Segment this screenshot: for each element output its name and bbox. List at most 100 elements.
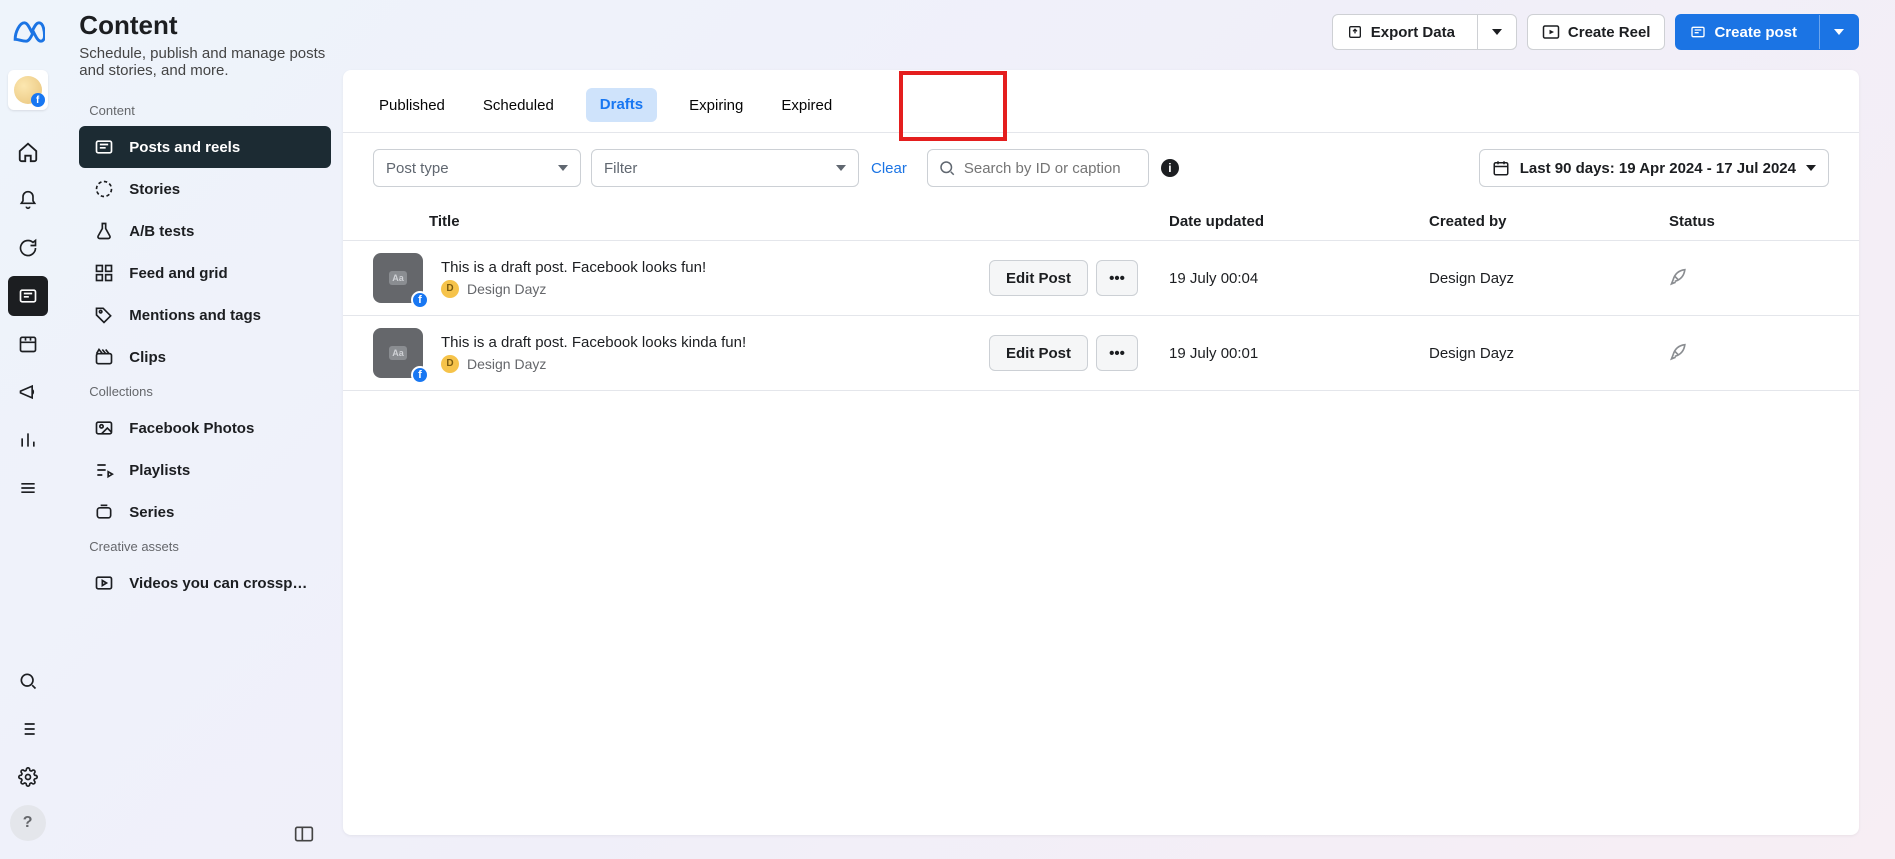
rail-settings[interactable] (8, 757, 48, 797)
date-updated: 19 July 00:04 (1169, 270, 1429, 287)
author-avatar-icon: D (441, 355, 459, 373)
search-icon (938, 159, 956, 177)
help-button[interactable]: ? (10, 805, 46, 841)
filter-select[interactable]: Filter (591, 149, 859, 187)
posts-icon (93, 136, 115, 158)
clapper-icon (93, 346, 115, 368)
rail-search[interactable] (8, 661, 48, 701)
edit-post-button[interactable]: Edit Post (989, 335, 1088, 371)
stories-icon (93, 178, 115, 200)
author-avatar-icon: D (441, 280, 459, 298)
col-creator: Created by (1429, 213, 1669, 230)
col-status: Status (1669, 213, 1829, 230)
section-label-collections: Collections (79, 378, 331, 407)
chevron-down-icon (1492, 29, 1502, 35)
sidebar-item-clips[interactable]: Clips (79, 336, 331, 378)
chevron-down-icon (558, 165, 568, 171)
photo-icon (93, 417, 115, 439)
post-icon (1690, 24, 1706, 40)
sidebar-item-label: Series (129, 504, 174, 521)
create-post-button[interactable]: Create post (1675, 14, 1859, 50)
sidebar-item-label: Stories (129, 181, 180, 198)
rail-content[interactable] (8, 276, 48, 316)
grid-icon (93, 262, 115, 284)
sidebar-item-feed-and-grid[interactable]: Feed and grid (79, 252, 331, 294)
info-icon[interactable]: i (1161, 159, 1179, 177)
more-actions-button[interactable]: ••• (1096, 260, 1138, 296)
chevron-down-icon (1806, 165, 1816, 171)
export-data-button[interactable]: Export Data (1332, 14, 1517, 50)
rail-ads[interactable] (8, 372, 48, 412)
sidebar-item-series[interactable]: Series (79, 491, 331, 533)
post-author: Design Dayz (467, 281, 546, 297)
rail-menu[interactable] (8, 468, 48, 508)
rail-planner[interactable] (8, 324, 48, 364)
tabs: Published Scheduled Drafts Expiring Expi… (343, 70, 1859, 133)
sidebar-item-posts-and-reels[interactable]: Posts and reels (79, 126, 331, 168)
post-thumbnail[interactable]: Aa f (373, 328, 423, 378)
sidebar-item-label: Playlists (129, 462, 190, 479)
section-label-creative-assets: Creative assets (79, 533, 331, 562)
sidebar-item-mentions-and-tags[interactable]: Mentions and tags (79, 294, 331, 336)
tab-scheduled[interactable]: Scheduled (477, 86, 560, 132)
sidebar-item-playlists[interactable]: Playlists (79, 449, 331, 491)
tab-published[interactable]: Published (373, 86, 451, 132)
rail-home[interactable] (8, 132, 48, 172)
meta-logo[interactable] (8, 12, 48, 52)
page-title: Content (79, 10, 331, 41)
rail-list[interactable] (8, 709, 48, 749)
search-input[interactable] (964, 160, 1138, 177)
col-title: Title (429, 213, 989, 230)
post-thumbnail[interactable]: Aa f (373, 253, 423, 303)
header-actions: Export Data Create Reel Create post (1332, 14, 1859, 50)
filter-label: Filter (604, 160, 637, 177)
post-type-label: Post type (386, 160, 449, 177)
collapse-sidebar-button[interactable] (285, 819, 323, 849)
playlist-icon (93, 459, 115, 481)
post-author: Design Dayz (467, 356, 546, 372)
sidebar-item-label: Videos you can crossp… (129, 575, 307, 592)
table-row: Aa f This is a draft post. Facebook look… (343, 316, 1859, 391)
sidebar-item-facebook-photos[interactable]: Facebook Photos (79, 407, 331, 449)
col-date: Date updated (1169, 213, 1429, 230)
sidebar-item-ab-tests[interactable]: A/B tests (79, 210, 331, 252)
table-header: Title Date updated Created by Status (343, 203, 1859, 241)
search-wrap (927, 149, 1149, 187)
sidebar-item-stories[interactable]: Stories (79, 168, 331, 210)
export-dropdown[interactable] (1477, 15, 1516, 49)
post-type-select[interactable]: Post type (373, 149, 581, 187)
create-post-dropdown[interactable] (1819, 15, 1858, 49)
sidebar-item-label: Posts and reels (129, 139, 240, 156)
sidebar-item-label: A/B tests (129, 223, 194, 240)
chevron-down-icon (1834, 29, 1844, 35)
date-updated: 19 July 00:01 (1169, 345, 1429, 362)
table-row: Aa f This is a draft post. Facebook look… (343, 241, 1859, 316)
sidebar-item-label: Facebook Photos (129, 420, 254, 437)
export-label: Export Data (1371, 24, 1455, 41)
date-range-picker[interactable]: Last 90 days: 19 Apr 2024 - 17 Jul 2024 (1479, 149, 1829, 187)
sidebar-item-label: Mentions and tags (129, 307, 261, 324)
page-subtitle: Schedule, publish and manage posts and s… (79, 45, 331, 79)
edit-post-button[interactable]: Edit Post (989, 260, 1088, 296)
clear-filters-link[interactable]: Clear (871, 160, 907, 177)
facebook-badge-icon: f (411, 291, 429, 309)
export-icon (1347, 24, 1363, 40)
series-icon (93, 501, 115, 523)
left-rail: f ? (0, 0, 55, 859)
rail-insights[interactable] (8, 420, 48, 460)
toolbar: Post type Filter Clear i Last 90 days: 1… (343, 133, 1859, 203)
status-icon (1669, 268, 1829, 288)
tab-drafts[interactable]: Drafts (586, 88, 657, 122)
chevron-down-icon (836, 165, 846, 171)
more-actions-button[interactable]: ••• (1096, 335, 1138, 371)
rail-inbox[interactable] (8, 228, 48, 268)
tab-expiring[interactable]: Expiring (683, 86, 749, 132)
account-switcher[interactable]: f (8, 70, 48, 110)
reel-icon (1542, 24, 1560, 40)
sidebar-item-label: Clips (129, 349, 166, 366)
rail-notifications[interactable] (8, 180, 48, 220)
tab-expired[interactable]: Expired (775, 86, 838, 132)
create-reel-button[interactable]: Create Reel (1527, 14, 1666, 50)
sidebar-item-crosspost-videos[interactable]: Videos you can crossp… (79, 562, 331, 604)
create-reel-label: Create Reel (1568, 24, 1651, 41)
